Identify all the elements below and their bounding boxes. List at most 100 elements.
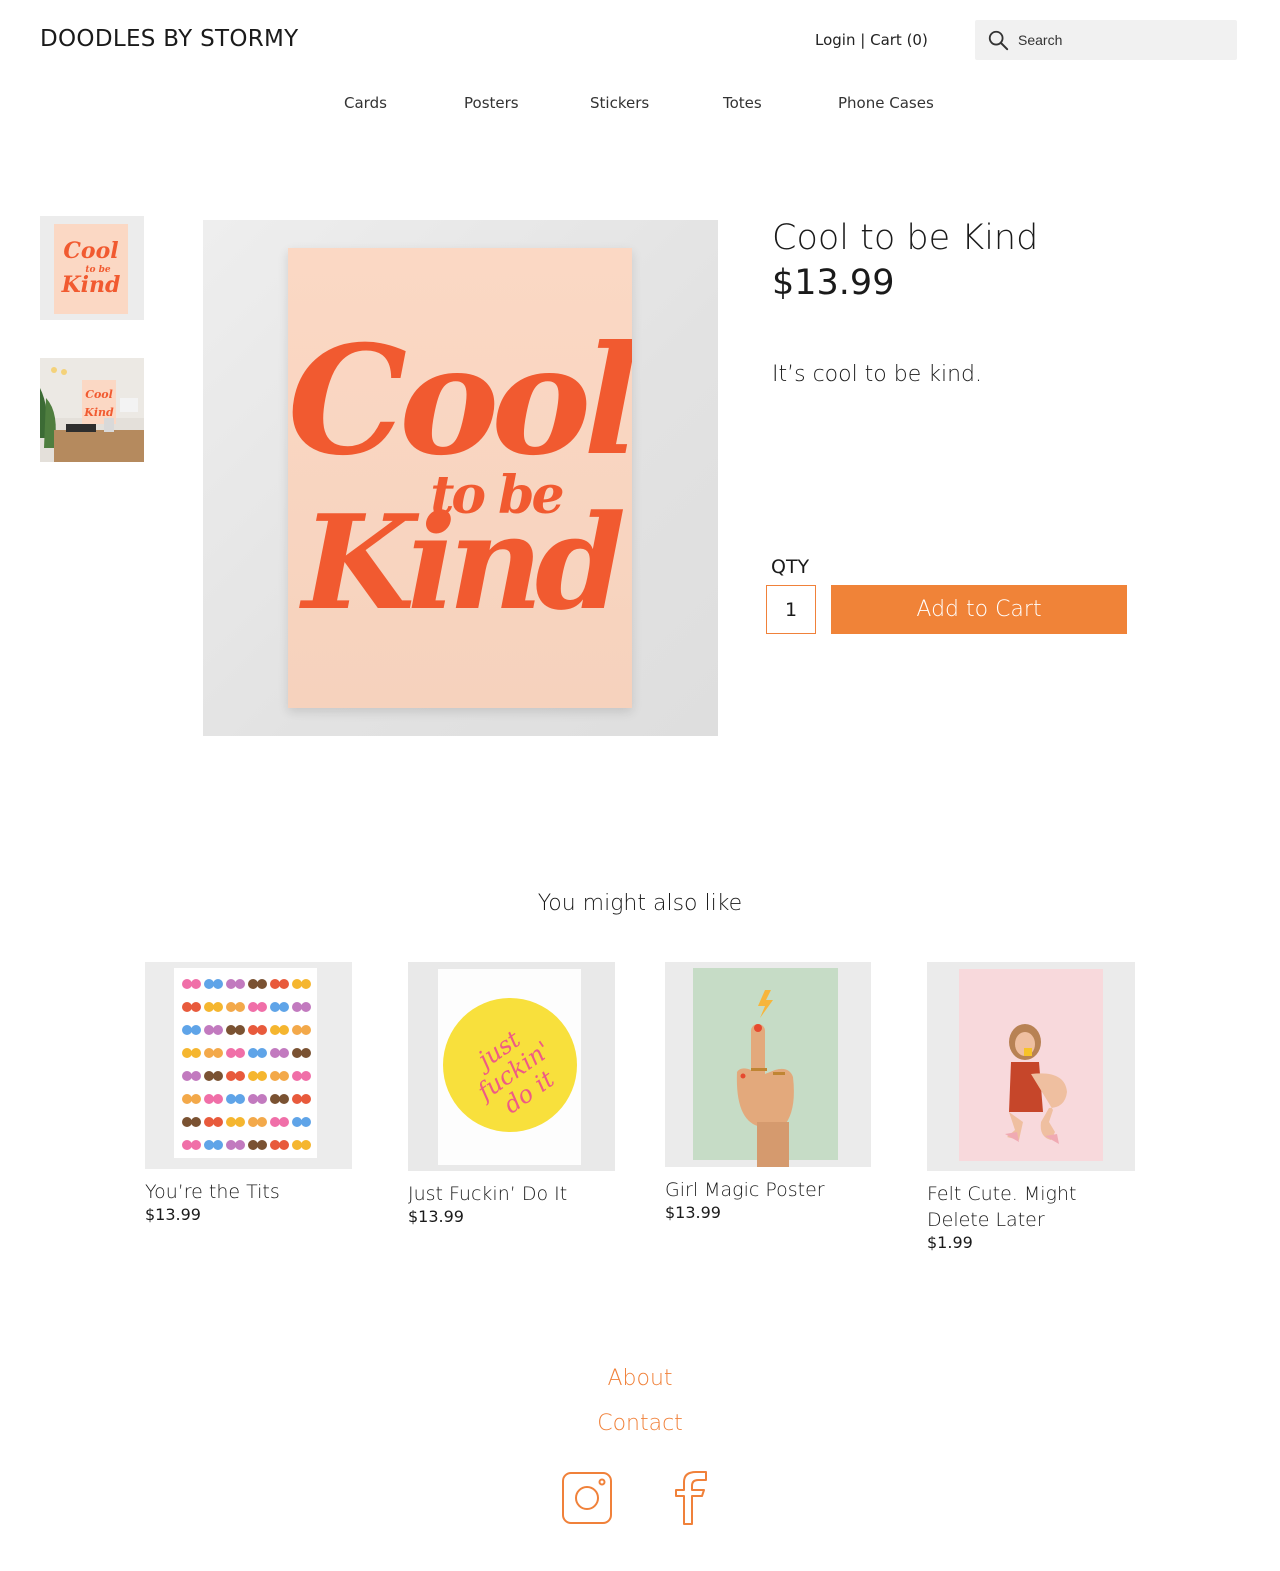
related-product-2[interactable]: just fuckin' do it Just Fuckin’ Do It $1… [408, 962, 615, 1227]
related-product-price: $13.99 [665, 1203, 721, 1222]
boob-pattern-image [145, 962, 352, 1169]
related-product-image: just fuckin' do it [408, 962, 615, 1171]
pattern-dot [182, 1025, 192, 1035]
pattern-dot [213, 1140, 223, 1150]
facebook-icon[interactable] [664, 1470, 720, 1526]
cart-link[interactable]: Cart (0) [870, 31, 928, 49]
pattern-dot [279, 1025, 289, 1035]
nav-item-phone-cases[interactable]: Phone Cases [838, 94, 934, 112]
pattern-dot [235, 1140, 245, 1150]
pattern-dot [301, 1048, 311, 1058]
pattern-dot [257, 1071, 267, 1081]
search-bar[interactable] [975, 20, 1237, 60]
pattern-dot [279, 1117, 289, 1127]
related-product-4[interactable]: Felt Cute. Might Delete Later $1.99 [927, 962, 1135, 1253]
account-links: Login | Cart (0) [815, 31, 928, 49]
pattern-dot [191, 1140, 201, 1150]
related-heading: You might also like [537, 891, 743, 916]
pattern-dot [270, 1002, 280, 1012]
pattern-dot [270, 1025, 280, 1035]
about-link[interactable]: About [0, 1366, 1280, 1391]
pattern-dot [301, 979, 311, 989]
thumbnail-poster-image: Cool to be Kind [40, 216, 144, 320]
pattern-dot [301, 1071, 311, 1081]
pattern-dot [279, 1002, 289, 1012]
nav-item-totes[interactable]: Totes [723, 94, 762, 112]
product-description: It’s cool to be kind. [772, 362, 983, 387]
pattern-dot [270, 1071, 280, 1081]
poster-lettering: Cool to be Kind [288, 313, 645, 639]
pattern-dot [213, 1048, 223, 1058]
pattern-dot [191, 1071, 201, 1081]
pattern-dot [182, 1002, 192, 1012]
pattern-dot [204, 1025, 214, 1035]
nav-item-posters[interactable]: Posters [464, 94, 519, 112]
pattern-dot [182, 1140, 192, 1150]
related-product-image [927, 962, 1135, 1171]
account-separator: | [860, 31, 866, 49]
pattern-dot [248, 1117, 258, 1127]
pattern-dot [182, 1071, 192, 1081]
pattern-dot [191, 1002, 201, 1012]
instagram-icon[interactable] [560, 1470, 616, 1526]
quantity-input[interactable] [766, 585, 816, 634]
pattern-dot [213, 1071, 223, 1081]
pattern-dot [204, 979, 214, 989]
search-icon[interactable] [987, 29, 1009, 51]
pattern-dot [292, 1140, 302, 1150]
related-product-1[interactable]: You’re the Tits $13.99 [145, 962, 352, 1225]
svg-text:Cool: Cool [63, 238, 118, 264]
related-product-name[interactable]: Girl Magic Poster [665, 1177, 871, 1203]
felt-cute-image [927, 962, 1135, 1171]
product-thumbnail-2[interactable]: Cool Kind [40, 358, 144, 462]
site-brand[interactable]: DOODLES BY STORMY [40, 26, 299, 52]
pattern-dot [182, 1117, 192, 1127]
pattern-dot [292, 1025, 302, 1035]
related-product-name[interactable]: Felt Cute. Might Delete Later [927, 1181, 1135, 1233]
pattern-dot [248, 979, 258, 989]
pattern-dot [270, 979, 280, 989]
nav-item-cards[interactable]: Cards [344, 94, 387, 112]
pattern-dot [191, 1117, 201, 1127]
related-product-name[interactable]: You’re the Tits [145, 1179, 352, 1205]
pattern-dot [182, 979, 192, 989]
product-thumbnail-1[interactable]: Cool to be Kind [40, 216, 144, 320]
pattern-dot [301, 1002, 311, 1012]
pattern-dot [292, 979, 302, 989]
related-product-name[interactable]: Just Fuckin’ Do It [408, 1181, 615, 1207]
pattern-dot [248, 1025, 258, 1035]
product-title: Cool to be Kind [772, 218, 1039, 258]
pattern-dot [235, 979, 245, 989]
search-input[interactable] [1018, 32, 1218, 48]
pattern-dot [270, 1094, 280, 1104]
svg-text:Kind: Kind [61, 272, 121, 298]
pattern-dot [257, 1048, 267, 1058]
thumbnail-room-image: Cool Kind [40, 358, 144, 462]
pattern-dot [182, 1094, 192, 1104]
add-to-cart-button[interactable]: Add to Cart [831, 585, 1127, 634]
pattern-dot [182, 1048, 192, 1058]
nav-item-stickers[interactable]: Stickers [590, 94, 649, 112]
pattern-dot [248, 1140, 258, 1150]
login-link[interactable]: Login [815, 31, 855, 49]
pattern-dot [292, 1117, 302, 1127]
product-price: $13.99 [772, 263, 895, 303]
pattern-dot [270, 1140, 280, 1150]
pattern-dot [226, 1071, 236, 1081]
poster-text-cool: Cool [288, 313, 632, 489]
pattern-dot [301, 1117, 311, 1127]
svg-text:Cool: Cool [85, 388, 113, 401]
pattern-dot [235, 1025, 245, 1035]
pattern-dot [301, 1025, 311, 1035]
pattern-dot [226, 1025, 236, 1035]
pattern-dot [213, 1025, 223, 1035]
pattern-dot [248, 1094, 258, 1104]
related-product-image [665, 962, 871, 1167]
related-product-3[interactable]: Girl Magic Poster $13.99 [665, 962, 871, 1223]
pattern-dot [226, 1117, 236, 1127]
contact-link[interactable]: Contact [0, 1411, 1280, 1436]
pattern-dot [191, 1048, 201, 1058]
pattern-dot [279, 1071, 289, 1081]
pattern-dot [226, 1094, 236, 1104]
pattern-dot [248, 1071, 258, 1081]
